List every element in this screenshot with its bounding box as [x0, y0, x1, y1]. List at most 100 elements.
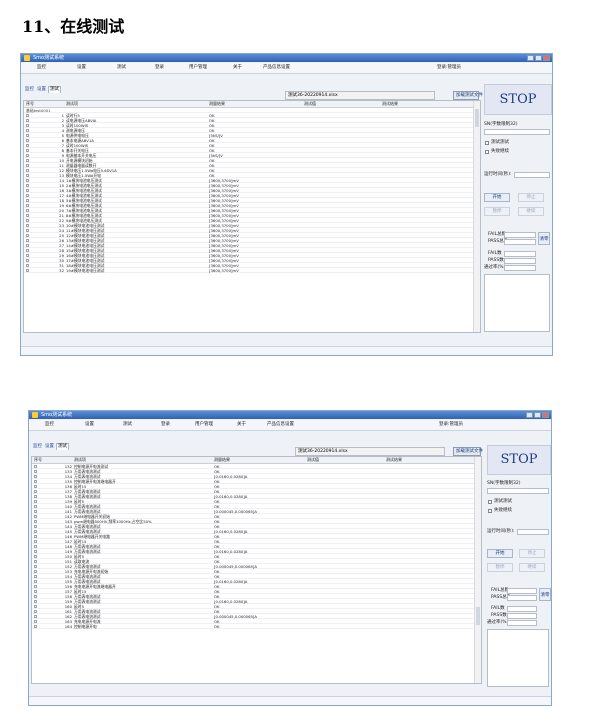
row-checkbox[interactable]: [26, 114, 29, 117]
row-checkbox[interactable]: [34, 615, 37, 618]
row-checkbox[interactable]: [26, 119, 29, 122]
row-checkbox[interactable]: [26, 199, 29, 202]
row-checkbox[interactable]: [26, 174, 29, 177]
row-checkbox[interactable]: [34, 560, 37, 563]
row-checkbox[interactable]: [26, 229, 29, 232]
close-icon[interactable]: [543, 55, 550, 61]
row-checkbox[interactable]: [34, 605, 37, 608]
menu-item-test[interactable]: 测试: [123, 420, 132, 430]
start-button[interactable]: 开始: [484, 193, 510, 202]
menu-item-settings[interactable]: 设置: [77, 63, 86, 73]
row-checkbox[interactable]: [34, 465, 37, 468]
sn-input[interactable]: [487, 488, 549, 494]
row-checkbox[interactable]: [26, 259, 29, 262]
menu-item-login[interactable]: 登录: [155, 63, 164, 73]
menu-item-monitor[interactable]: 监控: [45, 420, 54, 430]
maximize-icon[interactable]: [535, 55, 542, 61]
menu-item-product-info[interactable]: 产品信息设置: [263, 63, 290, 73]
row-checkbox[interactable]: [34, 590, 37, 593]
resume-button[interactable]: 继续: [518, 207, 544, 216]
row-checkbox[interactable]: [34, 520, 37, 523]
menu-item-test[interactable]: 测试: [117, 63, 126, 73]
minimize-icon[interactable]: [527, 55, 534, 61]
table-row[interactable]: 32 19#模块电池电压测试 [3600,3700]mV: [24, 268, 474, 273]
log-area[interactable]: [484, 274, 550, 332]
tab-monitor[interactable]: 监控: [32, 443, 43, 450]
row-checkbox[interactable]: [34, 620, 37, 623]
row-checkbox[interactable]: [26, 164, 29, 167]
menu-item-monitor[interactable]: 监控: [37, 63, 46, 73]
menu-item-about[interactable]: 关于: [237, 420, 246, 430]
menu-item-user-management[interactable]: 用户管理: [195, 420, 213, 430]
start-button[interactable]: 开始: [487, 549, 513, 558]
row-checkbox[interactable]: [26, 179, 29, 182]
row-checkbox[interactable]: [26, 159, 29, 162]
row-checkbox[interactable]: [34, 540, 37, 543]
continue-on-fail-checkbox[interactable]: [485, 150, 489, 154]
scroll-thumb[interactable]: [475, 109, 479, 127]
row-checkbox[interactable]: [34, 505, 37, 508]
sn-input[interactable]: [484, 129, 550, 135]
menu-item-login[interactable]: 登录: [161, 420, 170, 430]
log-area[interactable]: [487, 629, 549, 687]
tab-settings[interactable]: 设置: [36, 86, 47, 93]
row-checkbox[interactable]: [34, 495, 37, 498]
row-checkbox[interactable]: [34, 545, 37, 548]
continue-on-fail-checkbox[interactable]: [488, 509, 492, 513]
row-checkbox[interactable]: [34, 595, 37, 598]
row-checkbox[interactable]: [26, 234, 29, 237]
tab-test[interactable]: 测试: [48, 86, 61, 93]
table-row[interactable]: 164 控制电源开电 OK: [32, 624, 475, 629]
row-checkbox[interactable]: [34, 585, 37, 588]
row-checkbox[interactable]: [26, 129, 29, 132]
row-checkbox[interactable]: [34, 470, 37, 473]
row-checkbox[interactable]: [34, 515, 37, 518]
row-checkbox[interactable]: [26, 214, 29, 217]
scroll-thumb[interactable]: [476, 607, 480, 625]
row-checkbox[interactable]: [26, 249, 29, 252]
tab-settings[interactable]: 设置: [44, 443, 55, 450]
row-checkbox[interactable]: [26, 189, 29, 192]
row-checkbox[interactable]: [34, 490, 37, 493]
row-checkbox[interactable]: [34, 510, 37, 513]
maximize-icon[interactable]: [534, 412, 541, 418]
row-checkbox[interactable]: [26, 239, 29, 242]
row-checkbox[interactable]: [26, 194, 29, 197]
pause-button[interactable]: 暂停: [487, 563, 513, 572]
row-checkbox[interactable]: [34, 475, 37, 478]
row-checkbox[interactable]: [26, 219, 29, 222]
menu-item-product-info[interactable]: 产品信息设置: [267, 420, 294, 430]
row-checkbox[interactable]: [26, 124, 29, 127]
row-checkbox[interactable]: [26, 264, 29, 267]
row-checkbox[interactable]: [26, 184, 29, 187]
row-checkbox[interactable]: [26, 209, 29, 212]
row-checkbox[interactable]: [34, 480, 37, 483]
row-checkbox[interactable]: [26, 149, 29, 152]
test-mode-checkbox[interactable]: [488, 500, 492, 504]
row-checkbox[interactable]: [34, 550, 37, 553]
row-checkbox[interactable]: [34, 565, 37, 568]
row-checkbox[interactable]: [26, 169, 29, 172]
row-checkbox[interactable]: [34, 485, 37, 488]
row-checkbox[interactable]: [26, 154, 29, 157]
row-checkbox[interactable]: [26, 139, 29, 142]
row-checkbox[interactable]: [34, 500, 37, 503]
row-checkbox[interactable]: [26, 244, 29, 247]
tab-monitor[interactable]: 监控: [24, 86, 35, 93]
row-checkbox[interactable]: [34, 525, 37, 528]
stop-button[interactable]: 停止: [518, 193, 544, 202]
row-checkbox[interactable]: [34, 570, 37, 573]
load-test-file-button[interactable]: 加载测试文件: [453, 91, 483, 100]
row-checkbox[interactable]: [34, 530, 37, 533]
test-mode-checkbox[interactable]: [485, 141, 489, 145]
load-test-file-button[interactable]: 加载测试文件: [453, 447, 483, 456]
stop-button[interactable]: 停止: [519, 549, 545, 558]
tab-test[interactable]: 测试: [56, 443, 69, 450]
row-checkbox[interactable]: [26, 134, 29, 137]
vertical-scrollbar[interactable]: [473, 101, 480, 332]
menu-item-user-management[interactable]: 用户管理: [189, 63, 207, 73]
clear-button[interactable]: 清零: [539, 588, 551, 601]
row-checkbox[interactable]: [34, 625, 37, 628]
row-checkbox[interactable]: [34, 580, 37, 583]
minimize-icon[interactable]: [526, 412, 533, 418]
